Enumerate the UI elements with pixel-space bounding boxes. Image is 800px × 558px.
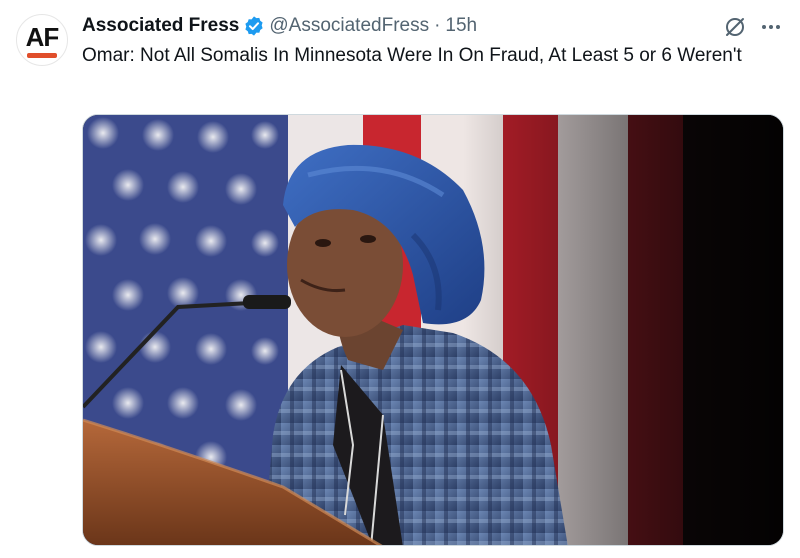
verified-badge-icon[interactable] [243,15,265,37]
tweet-photo[interactable] [82,114,784,546]
account-handle[interactable]: @AssociatedFress [269,15,429,37]
account-name[interactable]: Associated Fress [82,15,239,37]
grok-icon[interactable] [722,14,748,40]
account-avatar[interactable]: AF [16,14,68,66]
tweet-text: Omar: Not All Somalis In Minnesota Were … [82,45,742,66]
more-options-icon[interactable] [758,14,784,40]
header-separator: · [434,15,441,36]
tweet-header: Associated Fress @AssociatedFress · 15h [82,13,477,39]
avatar-logo-accent [27,53,57,58]
tweet-timestamp[interactable]: 15h [445,15,477,37]
avatar-logo-text: AF [25,22,60,52]
